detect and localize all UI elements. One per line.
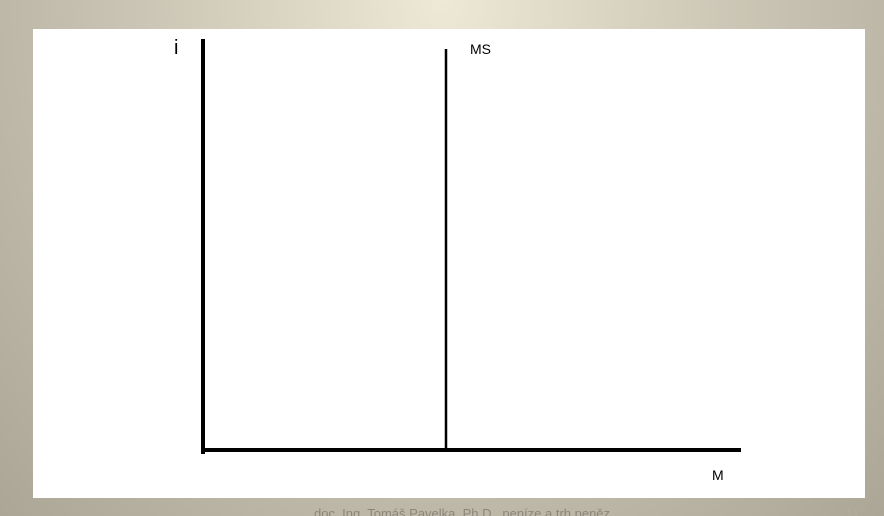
money-supply-label: MS — [470, 41, 491, 57]
y-axis-label: i — [174, 37, 179, 59]
diagram-panel: i MS M — [33, 29, 865, 498]
slide: { "diagram": { "y_axis_label": "i", "x_a… — [0, 0, 884, 516]
money-supply-diagram — [201, 39, 741, 454]
slide-footer: doc. Ing. Tomáš Pavelka, Ph.D., peníze a… — [314, 506, 611, 516]
page-number: 11 — [846, 506, 860, 516]
x-axis-label: M — [712, 467, 724, 483]
